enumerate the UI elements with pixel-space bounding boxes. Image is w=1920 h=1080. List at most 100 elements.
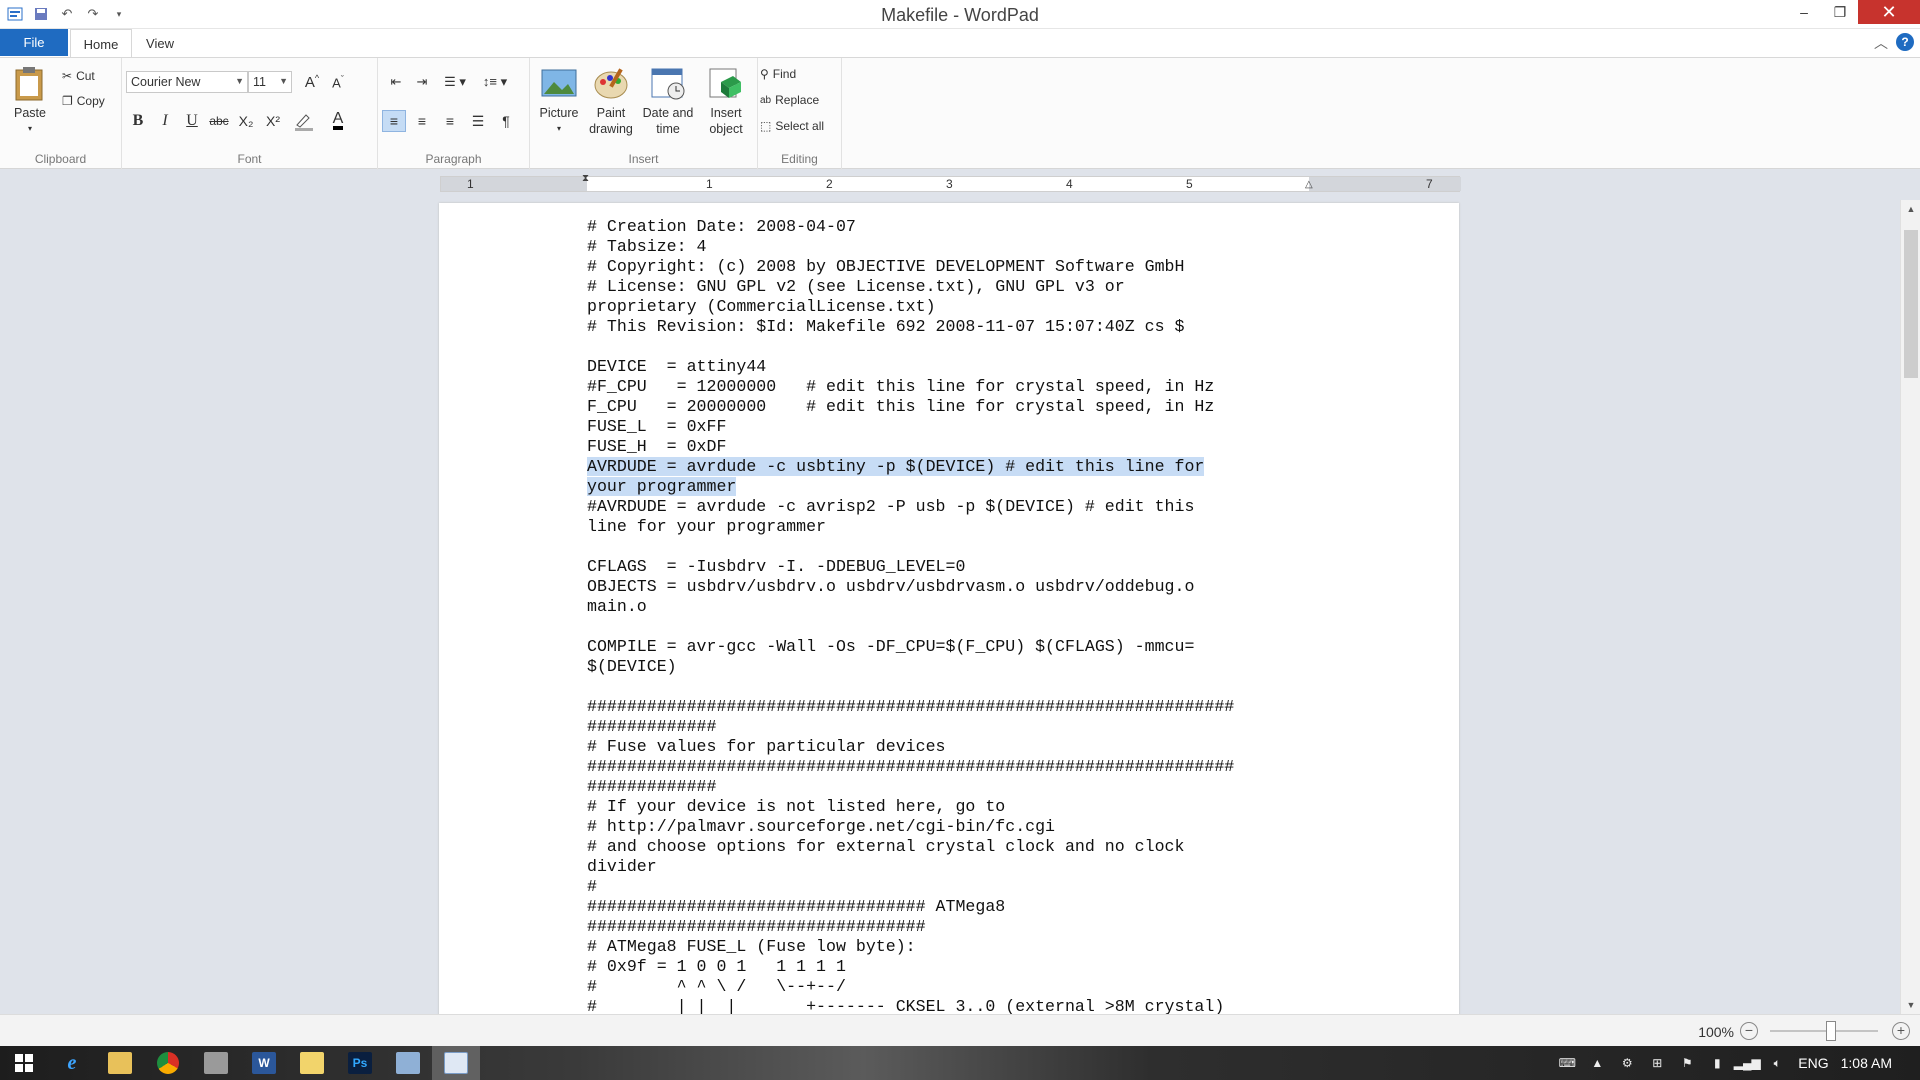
paste-button[interactable]: Paste ▾ [8, 64, 52, 137]
document-line[interactable]: # Tabsize: 4 [587, 237, 1317, 257]
find-button[interactable]: ⚲ Find [760, 64, 796, 84]
document-line[interactable]: # If your device is not listed here, go … [587, 797, 1317, 817]
document-line[interactable]: # ATMega8 FUSE_L (Fuse low byte): [587, 937, 1317, 957]
align-center-button[interactable]: ≡ [410, 110, 434, 132]
document-line[interactable]: main.o [587, 597, 1317, 617]
taskbar-folder[interactable] [288, 1046, 336, 1080]
action-center-flag-icon[interactable]: ⚑ [1678, 1055, 1696, 1071]
bold-button[interactable]: B [126, 110, 150, 132]
document-line[interactable]: # Creation Date: 2008-04-07 [587, 217, 1317, 237]
document-line[interactable]: # Fuse values for particular devices [587, 737, 1317, 757]
document-line[interactable]: # and choose options for external crysta… [587, 837, 1317, 857]
zoom-out-button[interactable]: − [1740, 1022, 1758, 1040]
scroll-up-icon[interactable]: ▲ [1901, 204, 1920, 214]
document-line[interactable]: line for your programmer [587, 517, 1317, 537]
document-line[interactable]: # | | | +------- CKSEL 3..0 (external >8… [587, 997, 1317, 1014]
ruler[interactable]: 1 1 2 3 4 5 7 ⧗ △ [440, 173, 1461, 192]
document-line[interactable]: CFLAGS = -Iusbdrv -I. -DDEBUG_LEVEL=0 [587, 557, 1317, 577]
keyboard-icon[interactable]: ⌨ [1558, 1055, 1576, 1071]
taskbar-ie[interactable]: e [48, 1046, 96, 1080]
paint-drawing-button[interactable]: Paint drawing [586, 64, 636, 137]
picture-button[interactable]: Picture ▾ [534, 64, 584, 137]
font-family-select[interactable]: Courier New ▼ [126, 71, 248, 93]
document-line[interactable]: COMPILE = avr-gcc -Wall -Os -DF_CPU=$(F_… [587, 637, 1317, 657]
document-line[interactable]: # ^ ^ \ / \--+--/ [587, 977, 1317, 997]
underline-button[interactable]: U [180, 110, 204, 132]
document-line[interactable]: ############# [587, 777, 1317, 797]
document-line[interactable]: OBJECTS = usbdrv/usbdrv.o usbdrv/usbdrva… [587, 577, 1317, 597]
taskbar-app[interactable] [192, 1046, 240, 1080]
document-line[interactable]: AVRDUDE = avrdude -c usbtiny -p $(DEVICE… [587, 457, 1317, 477]
taskbar-chrome[interactable] [144, 1046, 192, 1080]
shrink-font-button[interactable]: Aˇ [326, 71, 350, 93]
battery-icon[interactable]: ▮ [1708, 1055, 1726, 1071]
document-line[interactable]: ########################################… [587, 697, 1317, 717]
collapse-ribbon-icon[interactable]: ︿ [1874, 33, 1888, 53]
show-hidden-icons-icon[interactable]: ▲ [1588, 1055, 1606, 1071]
italic-button[interactable]: I [153, 110, 177, 132]
vertical-scrollbar[interactable]: ▲ ▼ [1900, 200, 1920, 1014]
select-all-button[interactable]: ⬚ Select all [760, 116, 824, 136]
insert-object-button[interactable]: Insert object [698, 64, 754, 137]
signal-icon[interactable]: ▂▄▆ [1734, 1055, 1761, 1071]
document-line[interactable]: # Copyright: (c) 2008 by OBJECTIVE DEVEL… [587, 257, 1317, 277]
document-line[interactable]: ########################################… [587, 757, 1317, 777]
increase-indent-button[interactable]: ⇥ [410, 71, 434, 93]
volume-icon[interactable]: 🔈︎ [1768, 1055, 1786, 1071]
document-line[interactable]: # http://palmavr.sourceforge.net/cgi-bin… [587, 817, 1317, 837]
document-line[interactable]: ############# [587, 717, 1317, 737]
document-line[interactable]: #F_CPU = 12000000 # edit this line for c… [587, 377, 1317, 397]
network-settings-icon[interactable]: ⚙ [1618, 1055, 1636, 1071]
document-line[interactable] [587, 337, 1317, 357]
highlight-color-button[interactable] [292, 110, 316, 132]
minimize-button[interactable]: – [1786, 0, 1822, 24]
windows-icon[interactable]: ⊞ [1648, 1055, 1666, 1071]
document-line[interactable] [587, 677, 1317, 697]
document-line[interactable]: F_CPU = 20000000 # edit this line for cr… [587, 397, 1317, 417]
subscript-button[interactable]: X₂ [234, 110, 258, 132]
taskbar-explorer[interactable] [96, 1046, 144, 1080]
help-icon[interactable]: ? [1896, 33, 1914, 51]
zoom-in-button[interactable]: + [1892, 1022, 1910, 1040]
align-right-button[interactable]: ≡ [438, 110, 462, 132]
scrollbar-thumb[interactable] [1904, 230, 1918, 378]
document-line[interactable]: your programmer [587, 477, 1317, 497]
date-time-button[interactable]: Date and time [638, 64, 698, 137]
copy-button[interactable]: ❐ Copy [62, 91, 105, 111]
align-left-button[interactable]: ≡ [382, 110, 406, 132]
tab-home[interactable]: Home [70, 29, 132, 58]
start-button[interactable] [0, 1046, 48, 1080]
document-page[interactable]: # Creation Date: 2008-04-07 # Tabsize: 4 #… [439, 203, 1459, 1014]
tab-file[interactable]: File [0, 29, 68, 56]
clock[interactable]: 1:08 AM [1841, 1055, 1892, 1071]
close-button[interactable]: ✕ [1858, 0, 1920, 24]
paragraph-settings-button[interactable]: ¶ [494, 110, 518, 132]
scroll-down-icon[interactable]: ▼ [1901, 1000, 1920, 1010]
document-line[interactable]: # [587, 877, 1317, 897]
decrease-indent-button[interactable]: ⇤ [384, 71, 408, 93]
document-line[interactable]: #AVRDUDE = avrdude -c avrisp2 -P usb -p … [587, 497, 1317, 517]
document-line[interactable]: FUSE_L = 0xFF [587, 417, 1317, 437]
justify-button[interactable]: ☰ [466, 110, 490, 132]
paste-dropdown-icon[interactable]: ▾ [28, 121, 32, 137]
zoom-slider[interactable] [1770, 1030, 1878, 1032]
document-line[interactable]: ################################## [587, 917, 1317, 937]
cut-button[interactable]: ✂ Cut [62, 66, 95, 86]
zoom-slider-thumb[interactable] [1826, 1021, 1836, 1041]
taskbar-word[interactable]: W [240, 1046, 288, 1080]
taskbar-wordpad[interactable] [432, 1046, 480, 1080]
language-indicator[interactable]: ENG [1798, 1055, 1828, 1071]
document-line[interactable]: $(DEVICE) [587, 657, 1317, 677]
document-line[interactable]: # 0x9f = 1 0 0 1 1 1 1 1 [587, 957, 1317, 977]
font-color-button[interactable]: A [326, 110, 350, 132]
bullets-button[interactable]: ☰ ▾ [438, 71, 472, 93]
grow-font-button[interactable]: A^ [300, 71, 324, 93]
strikethrough-button[interactable]: abc [207, 110, 231, 132]
document-line[interactable]: # This Revision: $Id: Makefile 692 2008-… [587, 317, 1317, 337]
document-text[interactable]: # Creation Date: 2008-04-07 # Tabsize: 4 #… [587, 217, 1317, 1014]
document-line[interactable] [587, 537, 1317, 557]
document-line[interactable]: divider [587, 857, 1317, 877]
taskbar-app2[interactable] [384, 1046, 432, 1080]
replace-button[interactable]: ab Replace [760, 90, 819, 110]
restore-button[interactable]: ❐ [1822, 0, 1858, 24]
